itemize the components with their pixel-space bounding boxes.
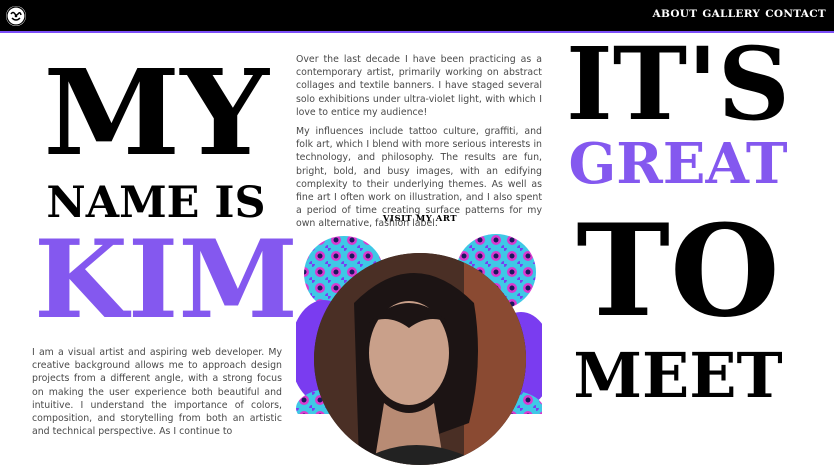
visit-my-art-link[interactable]: VISIT MY ART [345, 214, 495, 224]
hero-meet: MEET [573, 339, 783, 412]
logo-icon[interactable] [6, 6, 26, 26]
hero-its: IT'S [565, 25, 791, 143]
hero-great: GREAT [568, 131, 788, 197]
portrait-photo [314, 253, 526, 465]
main-nav: ABOUT GALLERY CONTACT [653, 8, 827, 20]
bio-paragraph: I am a visual artist and aspiring web de… [32, 347, 282, 438]
nav-gallery-link[interactable]: GALLERY [702, 8, 760, 20]
nav-about-link[interactable]: ABOUT [653, 8, 698, 20]
hero-my: MY [43, 43, 269, 182]
intro-paragraph-1: Over the last decade I have been practic… [296, 54, 542, 118]
hero-kim: KIM [34, 217, 298, 343]
hero-to: TO [576, 197, 780, 345]
nav-contact-link[interactable]: CONTACT [765, 8, 826, 20]
